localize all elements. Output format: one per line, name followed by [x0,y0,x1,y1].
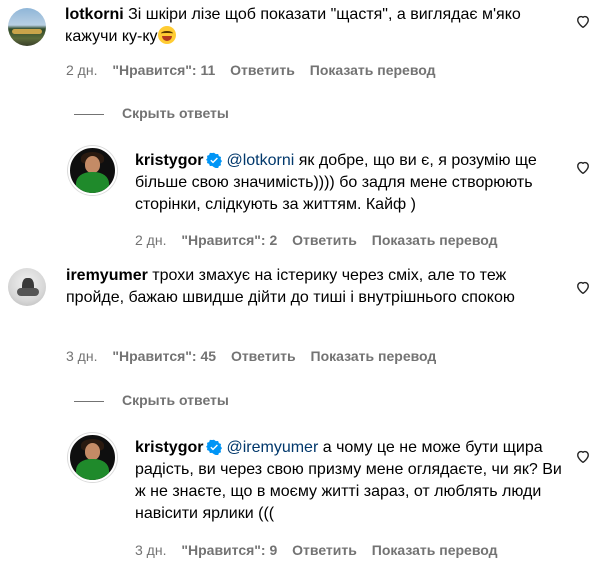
username[interactable]: iremyumer [66,267,148,284]
reply-body: kristygor @iremyumer а чому це не може бу… [135,437,565,525]
hide-replies-label: Скрыть ответы [122,105,229,121]
likes-count[interactable]: "Нравится": 45 [112,348,216,364]
username[interactable]: lotkorni [65,6,124,23]
reply-button[interactable]: Ответить [292,232,357,248]
avatar[interactable] [8,268,46,306]
avatar-face [85,443,100,460]
comment-meta: 3 дн. "Нравится": 45 Ответить Показать п… [66,348,447,364]
reply-meta: 2 дн. "Нравится": 2 Ответить Показать пе… [135,232,509,248]
heart-icon[interactable] [576,450,590,463]
translate-button[interactable]: Показать перевод [372,232,498,248]
reply-button[interactable]: Ответить [231,348,296,364]
heart-icon[interactable] [576,281,590,294]
translate-button[interactable]: Показать перевод [310,62,436,78]
mention-link[interactable]: @lotkorni [226,152,294,169]
avatar-body [76,172,109,193]
avatar-face [85,156,100,173]
avatar[interactable] [68,146,117,195]
divider [74,400,104,402]
timestamp: 3 дн. [66,348,98,364]
reply-button[interactable]: Ответить [292,542,357,558]
hide-replies-button[interactable]: Скрыть ответы [74,392,229,408]
avatar[interactable] [68,433,117,482]
timestamp: 2 дн. [135,232,167,248]
comment-body: lotkorni Зі шкіри лізе щоб показати "щас… [65,4,545,48]
avatar-body [76,459,109,480]
timestamp: 3 дн. [135,542,167,558]
likes-count[interactable]: "Нравится": 9 [181,542,277,558]
translate-button[interactable]: Показать перевод [311,348,437,364]
divider [74,113,104,115]
translate-button[interactable]: Показать перевод [372,542,498,558]
comment-text: Зі шкіри лізе щоб показати "щастя", а ви… [65,6,521,45]
hide-replies-label: Скрыть ответы [122,392,229,408]
laughing-emoji-icon [157,26,176,44]
likes-count[interactable]: "Нравится": 2 [181,232,277,248]
avatar-image [12,29,42,34]
comment-body: iremyumer трохи змахує на істерику через… [66,265,546,309]
verified-badge-icon [206,439,223,455]
avatar[interactable] [8,8,46,46]
likes-count[interactable]: "Нравится": 11 [112,62,215,78]
mention-link[interactable]: @iremyumer [226,439,318,456]
timestamp: 2 дн. [66,62,98,78]
reply-button[interactable]: Ответить [230,62,295,78]
hide-replies-button[interactable]: Скрыть ответы [74,105,229,121]
comment-meta: 2 дн. "Нравится": 11 Ответить Показать п… [66,62,447,78]
username[interactable]: kristygor [135,152,203,169]
avatar-detail [17,288,39,296]
reply-body: kristygor @lotkorni як добре, що ви є, я … [135,150,565,216]
heart-icon[interactable] [576,161,590,174]
username[interactable]: kristygor [135,439,203,456]
verified-badge-icon [206,152,223,168]
heart-icon[interactable] [576,15,590,28]
reply-meta: 3 дн. "Нравится": 9 Ответить Показать пе… [135,542,509,558]
